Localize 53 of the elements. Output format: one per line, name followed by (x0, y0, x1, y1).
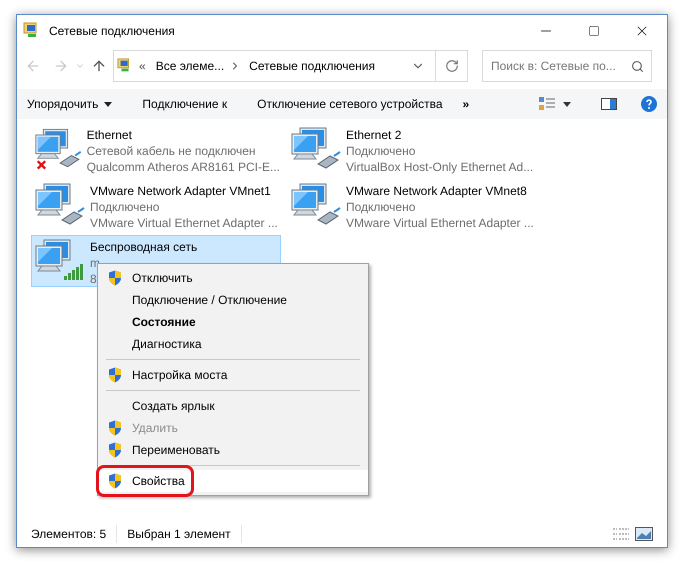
search-icon (631, 60, 644, 73)
connection-name: Беспроводная сеть (90, 239, 198, 255)
menu-item[interactable]: Свойства (98, 470, 368, 492)
connection-item[interactable]: VMware Network Adapter VMnet8 Подключено VMware Virtual Ethernet Adapter ... (287, 179, 537, 231)
address-bar[interactable]: « Все элеме... Сетевые подключения (113, 50, 468, 82)
large-icons-view-icon[interactable] (635, 527, 653, 541)
toolbar-button[interactable]: Отключение сетевого устройства (257, 95, 442, 113)
menu-item[interactable]: Состояние (98, 311, 368, 333)
shield-icon (108, 473, 122, 489)
connection-name: Ethernet (86, 127, 132, 143)
details-view-icon[interactable] (613, 527, 629, 541)
menu-item[interactable]: Настройка моста (98, 364, 368, 386)
window-title: Сетевые подключения (49, 23, 175, 40)
status-text: Выбран 1 элемент (127, 525, 242, 543)
connection-name: Ethernet 2 (346, 127, 402, 143)
toolbar-button[interactable]: Упорядочить (27, 95, 112, 113)
search-field[interactable]: Поиск в: Сетевые по... (482, 50, 652, 82)
adapter-name: VirtualBox Host-Only Ethernet Ad... (346, 159, 534, 175)
menu-item[interactable]: Подключение / Отключение (98, 289, 368, 311)
shield-icon (108, 270, 122, 286)
shield-icon (108, 420, 122, 436)
shield-icon (108, 367, 122, 383)
shield-icon (108, 442, 122, 458)
menu-item[interactable]: Переименовать (98, 439, 368, 461)
adapter-name: 8 (90, 271, 97, 287)
connection-item[interactable]: Ethernet Сетевой кабель не подключен Qualcomm Atheros AR8161 PCI-E... (31, 123, 281, 175)
breadcrumb[interactable]: Все элеме... (156, 57, 224, 75)
caret-icon (104, 102, 112, 106)
caret-icon[interactable] (563, 102, 571, 106)
connection-name: VMware Network Adapter VMnet1 (90, 183, 271, 199)
connection-status: Подключено (346, 199, 416, 215)
adapter-name: VMware Virtual Ethernet Adapter ... (346, 215, 534, 231)
menu-item[interactable]: Диагностика (98, 333, 368, 355)
breadcrumb-overflow[interactable]: « (139, 57, 146, 75)
connection-item[interactable]: VMware Network Adapter VMnet1 Подключено VMware Virtual Ethernet Adapter ... (31, 179, 281, 231)
toolbar-button[interactable]: Подключение к (142, 95, 228, 113)
connection-status: Сетевой кабель не подключен (86, 143, 256, 159)
refresh-icon (444, 59, 458, 73)
adapter-name: VMware Virtual Ethernet Adapter ... (90, 215, 278, 231)
connection-status: Подключено (90, 199, 160, 215)
maximize-icon[interactable] (588, 25, 600, 37)
preview-pane-icon[interactable] (601, 98, 617, 110)
adapter-name: Qualcomm Atheros AR8161 PCI-E... (86, 159, 280, 175)
menu-item[interactable]: Создать ярлык (98, 395, 368, 417)
status-text: Элементов: 5 (31, 525, 118, 543)
connection-status: Подключено (346, 143, 416, 159)
more-button[interactable]: » (462, 95, 470, 113)
breadcrumb[interactable]: Сетевые подключения (249, 57, 375, 75)
view-options-icon[interactable] (539, 97, 555, 111)
connection-item[interactable]: Ethernet 2 Подключено VirtualBox Host-Only Ethernet Ad... (287, 123, 537, 175)
up-icon[interactable] (91, 58, 107, 74)
help-icon[interactable] (641, 96, 657, 112)
connection-name: VMware Network Adapter VMnet8 (346, 183, 527, 199)
